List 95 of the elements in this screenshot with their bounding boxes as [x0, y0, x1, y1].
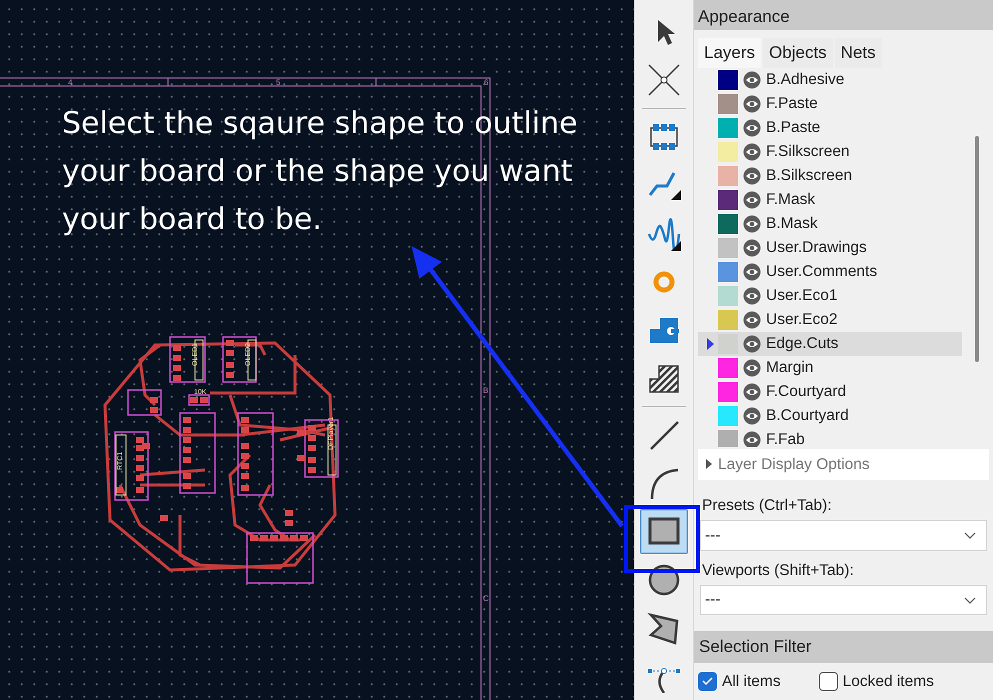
polygon-icon [647, 610, 681, 645]
current-layer-marker-icon [706, 338, 714, 350]
checkbox[interactable] [818, 672, 838, 691]
rectangle-tool[interactable] [640, 509, 688, 554]
dropdown-value: --- [705, 526, 720, 546]
checkbox-label: Locked items [842, 672, 934, 692]
layer-row[interactable]: Margin [698, 356, 962, 380]
panel-tab[interactable]: Nets [834, 38, 882, 68]
layer-color-swatch[interactable] [718, 262, 738, 282]
layer-row[interactable]: F.Silkscreen [698, 140, 962, 164]
layer-name: B.Paste [766, 118, 820, 138]
ruler-label: 4 [68, 78, 72, 87]
layer-row[interactable]: B.Silkscreen [698, 164, 962, 188]
layer-color-swatch[interactable] [718, 286, 738, 306]
layer-row[interactable]: B.Mask [698, 212, 962, 236]
layer-name: B.Mask [766, 214, 818, 234]
eye-icon[interactable] [743, 239, 761, 257]
layer-name: F.Silkscreen [766, 142, 850, 162]
field-label: Viewports (Shift+Tab): [702, 560, 855, 581]
eye-icon[interactable] [743, 71, 761, 89]
layer-name: User.Eco1 [766, 286, 838, 306]
layer-name: Margin [766, 358, 814, 378]
layer-name: B.Adhesive [766, 70, 844, 90]
dropdown-value: --- [705, 590, 720, 610]
layer-color-swatch[interactable] [718, 214, 738, 234]
layer-row[interactable]: User.Eco1 [698, 284, 962, 308]
layer-color-swatch[interactable] [718, 70, 738, 90]
eye-icon[interactable] [743, 215, 761, 233]
layer-color-swatch[interactable] [718, 382, 738, 402]
chevron-down-icon [964, 596, 976, 604]
check-icon [702, 676, 713, 686]
layer-color-swatch[interactable] [718, 94, 738, 114]
layer-color-swatch[interactable] [718, 358, 738, 378]
toggle-label: Layer Display Options [718, 454, 870, 475]
eye-icon[interactable] [743, 335, 761, 353]
layer-name: F.Paste [766, 94, 818, 114]
chevron-down-icon [964, 532, 976, 539]
dropdown[interactable]: --- [700, 584, 987, 616]
layer-row[interactable]: B.Adhesive [698, 68, 962, 92]
eye-icon[interactable] [743, 191, 761, 209]
layer-color-swatch[interactable] [718, 142, 738, 162]
eye-icon[interactable] [743, 263, 761, 281]
checkbox[interactable] [698, 672, 717, 691]
eye-icon[interactable] [743, 95, 761, 113]
layer-color-swatch[interactable] [718, 190, 738, 210]
layer-row[interactable]: B.Paste [698, 116, 962, 140]
layer-name: User.Eco2 [766, 310, 838, 330]
layer-color-swatch[interactable] [718, 430, 738, 447]
layer-name: F.Fab [766, 430, 805, 447]
eye-icon[interactable] [743, 431, 761, 447]
eye-icon[interactable] [743, 407, 761, 425]
layer-color-swatch[interactable] [718, 310, 738, 330]
layer-color-swatch[interactable] [718, 118, 738, 138]
expand-arrow-icon [706, 459, 712, 470]
layer-row[interactable]: B.Courtyard [698, 404, 962, 428]
layer-row[interactable]: User.Eco2 [698, 308, 962, 332]
layer-row[interactable]: F.Fab [698, 428, 962, 447]
eye-icon[interactable] [743, 383, 761, 401]
layer-row[interactable]: F.Paste [698, 92, 962, 116]
eye-icon[interactable] [743, 119, 761, 137]
panel-tab[interactable]: Objects [763, 38, 833, 68]
layer-name: User.Drawings [766, 238, 867, 258]
layer-row[interactable]: User.Comments [698, 260, 962, 284]
layer-name: User.Comments [766, 262, 878, 282]
eye-icon[interactable] [743, 311, 761, 329]
layer-row[interactable]: Edge.Cuts [698, 332, 962, 356]
panel-tab[interactable]: Layers [698, 38, 762, 68]
layer-name: B.Silkscreen [766, 166, 852, 186]
panel-title: Appearance [694, 0, 993, 30]
layer-row[interactable]: User.Drawings [698, 236, 962, 260]
checkbox-label: All items [722, 672, 781, 692]
ruler-label: B [483, 386, 488, 395]
layer-name: B.Courtyard [766, 406, 849, 426]
section-title: Selection Filter [694, 631, 993, 663]
eye-icon[interactable] [743, 167, 761, 185]
cross-marker-icon [647, 63, 681, 98]
ruler-label: C [483, 594, 489, 603]
ruler-label: 6 [484, 78, 488, 87]
eye-icon[interactable] [743, 359, 761, 377]
layer-display-options-toggle[interactable]: Layer Display Options [698, 448, 989, 480]
eye-icon[interactable] [743, 143, 761, 161]
layer-name: Edge.Cuts [766, 334, 838, 354]
ruler-label: 5 [276, 78, 280, 87]
wave-track-icon [647, 216, 681, 251]
layer-color-swatch[interactable] [718, 238, 738, 258]
layer-color-swatch[interactable] [718, 406, 738, 426]
layer-row[interactable]: F.Mask [698, 188, 962, 212]
eye-icon[interactable] [743, 287, 761, 305]
dropdown[interactable]: --- [700, 520, 987, 551]
layer-name: F.Mask [766, 190, 816, 210]
scrollbar-thumb[interactable] [975, 136, 979, 362]
field-label: Presets (Ctrl+Tab): [702, 496, 833, 516]
layer-color-swatch[interactable] [718, 166, 738, 186]
layer-name: F.Courtyard [766, 382, 846, 402]
layer-row[interactable]: F.Courtyard [698, 380, 962, 404]
